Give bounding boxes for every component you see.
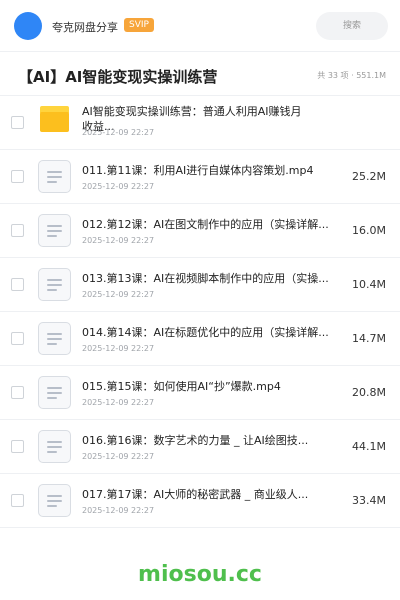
item-date: 2025-12-09 22:27: [82, 398, 155, 407]
checkbox[interactable]: [11, 224, 24, 237]
search-input[interactable]: 搜索: [316, 12, 388, 40]
folder-icon: [40, 106, 69, 132]
watermark: miosou.cc: [138, 562, 262, 587]
video-file-icon: [38, 430, 71, 463]
svip-badge: SVIP: [124, 18, 154, 32]
item-name: 013.第13课：AI在视频脚本制作中的应用（实操...: [82, 272, 329, 285]
list-item[interactable]: 012.第12课：AI在图文制作中的应用（实操详解... 2025-12-09 …: [0, 204, 400, 258]
avatar[interactable]: [14, 12, 42, 40]
item-date: 2025-12-09 22:27: [82, 344, 155, 353]
list-item[interactable]: 016.第16课：数字艺术的力量 _ 让AI绘图技... 2025-12-09 …: [0, 420, 400, 474]
video-file-icon: [38, 214, 71, 247]
item-size: 33.4M: [352, 494, 386, 507]
video-file-icon: [38, 376, 71, 409]
item-date: 2025-12-09 22:27: [82, 182, 155, 191]
video-file-icon: [38, 268, 71, 301]
item-size: 25.2M: [352, 170, 386, 183]
video-file-icon: [38, 484, 71, 517]
item-name: 012.第12课：AI在图文制作中的应用（实操详解...: [82, 218, 329, 231]
list-item[interactable]: 017.第17课：AI大师的秘密武器 _ 商业级人... 2025-12-09 …: [0, 474, 400, 528]
item-date: 2025-12-09 22:27: [82, 506, 155, 515]
list-item[interactable]: AI智能变现实操训练营：普通人利用AI赚钱月收益... 2025-12-09 2…: [0, 96, 400, 150]
item-name: 011.第11课：利用AI进行自媒体内容策划.mp4: [82, 164, 314, 177]
checkbox[interactable]: [11, 278, 24, 291]
file-list: AI智能变现实操训练营：普通人利用AI赚钱月收益... 2025-12-09 2…: [0, 96, 400, 528]
checkbox[interactable]: [11, 386, 24, 399]
item-size: 20.8M: [352, 386, 386, 399]
video-file-icon: [38, 322, 71, 355]
folder-header: 【AI】AI智能变现实操训练营 共 33 项 · 551.1M: [0, 52, 400, 96]
item-date: 2025-12-09 22:27: [82, 290, 155, 299]
item-size: 14.7M: [352, 332, 386, 345]
item-name: 016.第16课：数字艺术的力量 _ 让AI绘图技...: [82, 434, 309, 447]
list-item[interactable]: 011.第11课：利用AI进行自媒体内容策划.mp4 2025-12-09 22…: [0, 150, 400, 204]
item-name: 017.第17课：AI大师的秘密武器 _ 商业级人...: [82, 488, 309, 501]
checkbox[interactable]: [11, 170, 24, 183]
list-item[interactable]: 014.第14课：AI在标题优化中的应用（实操详解... 2025-12-09 …: [0, 312, 400, 366]
item-size: 16.0M: [352, 224, 386, 237]
item-size: 10.4M: [352, 278, 386, 291]
item-date: 2025-12-09 22:27: [82, 236, 155, 245]
item-name: 015.第15课：如何使用AI“抄”爆款.mp4: [82, 380, 281, 393]
username: 夸克网盘分享: [52, 21, 118, 34]
item-date: 2025-12-09 22:27: [82, 128, 155, 137]
item-name: 014.第14课：AI在标题优化中的应用（实操详解...: [82, 326, 329, 339]
folder-meta: 共 33 项 · 551.1M: [317, 71, 386, 80]
top-bar: 夸克网盘分享 SVIP 搜索: [0, 0, 400, 52]
checkbox[interactable]: [11, 116, 24, 129]
checkbox[interactable]: [11, 440, 24, 453]
checkbox[interactable]: [11, 494, 24, 507]
checkbox[interactable]: [11, 332, 24, 345]
video-file-icon: [38, 160, 71, 193]
page-title: 【AI】AI智能变现实操训练营: [18, 68, 218, 86]
item-date: 2025-12-09 22:27: [82, 452, 155, 461]
item-size: 44.1M: [352, 440, 386, 453]
list-item[interactable]: 013.第13课：AI在视频脚本制作中的应用（实操... 2025-12-09 …: [0, 258, 400, 312]
list-item[interactable]: 015.第15课：如何使用AI“抄”爆款.mp4 2025-12-09 22:2…: [0, 366, 400, 420]
